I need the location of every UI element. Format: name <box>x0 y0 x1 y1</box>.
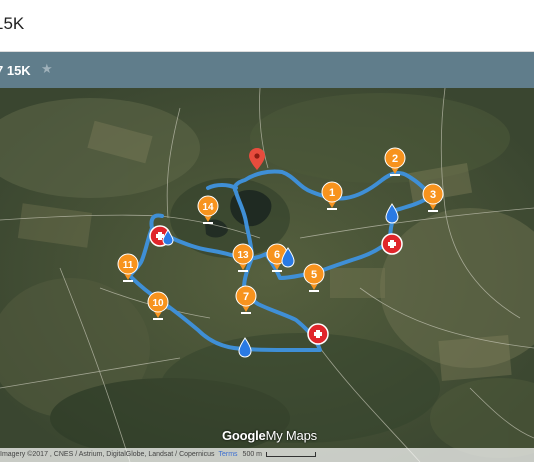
km-marker-label: 7 <box>243 291 249 303</box>
terms-link[interactable]: Terms <box>218 451 237 458</box>
star-icon[interactable]: ★ <box>41 61 53 77</box>
km-marker-label: 11 <box>123 260 134 271</box>
my-maps-text: My Maps <box>265 428 318 443</box>
first-aid-icon[interactable] <box>307 323 329 345</box>
page-title: 15K <box>0 14 25 33</box>
km-marker-label: 2 <box>392 153 398 165</box>
first-aid-icon[interactable] <box>381 233 403 255</box>
scale-label: 500 m <box>242 451 263 458</box>
km-marker-label: 13 <box>237 250 249 261</box>
km-marker-label: 3 <box>430 189 436 201</box>
google-logo-text: Google <box>222 428 266 443</box>
google-logo: GoogleMy Maps <box>222 428 317 443</box>
km-marker-label: 5 <box>311 269 317 281</box>
map-title: 7 15K <box>0 63 31 78</box>
satellite-map[interactable]: 1 2 3 5 6 7 10 11 13 14 <box>0 88 534 462</box>
map-title-bar: 7 15K ★ <box>0 52 534 88</box>
page-header: 15K <box>0 0 534 52</box>
attribution-text: Imagery ©2017 , CNES / Astrium, DigitalG… <box>0 451 215 458</box>
km-marker-label: 10 <box>152 298 164 309</box>
map-attribution: Imagery ©2017 , CNES / Astrium, DigitalG… <box>0 448 534 462</box>
map-canvas[interactable]: 1 2 3 5 6 7 10 11 13 14 GoogleMy Maps Imager <box>0 88 534 462</box>
km-marker-label: 6 <box>274 249 280 261</box>
km-marker-label: 14 <box>202 202 214 213</box>
scale-bar <box>266 451 317 457</box>
km-marker-label: 1 <box>329 187 335 199</box>
